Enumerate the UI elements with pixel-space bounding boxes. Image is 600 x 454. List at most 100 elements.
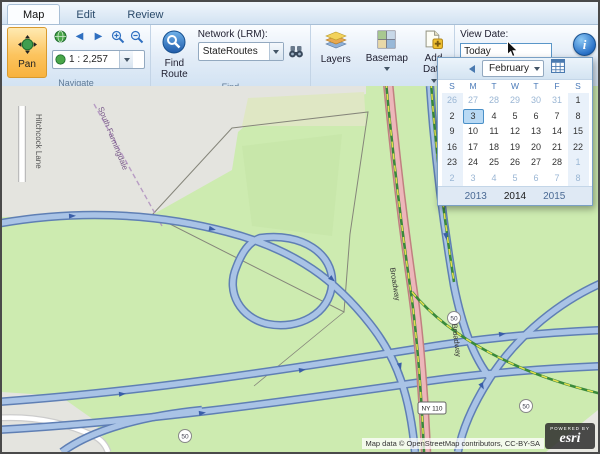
search-network-button[interactable]	[288, 43, 305, 60]
app-window: Map Edit Review Pan ◀	[0, 0, 600, 454]
calendar-day[interactable]: 20	[526, 140, 547, 156]
calendar-day[interactable]: 4	[484, 171, 505, 187]
calendar-day[interactable]: 2	[442, 171, 463, 187]
network-combobox[interactable]: StateRoutes	[198, 42, 284, 61]
shield-ny110: NY 110	[421, 406, 442, 413]
forward-arrow-icon: ▶	[95, 32, 103, 42]
network-dropdown-button[interactable]	[269, 43, 283, 60]
zoom-out-icon	[130, 30, 144, 44]
calendar-day[interactable]: 24	[463, 155, 484, 171]
calendar-day[interactable]: 5	[505, 171, 526, 187]
year-previous[interactable]: 2013	[465, 191, 487, 202]
calendar-day[interactable]: 29	[505, 93, 526, 109]
calendar-day[interactable]: 9	[442, 124, 463, 140]
calendar-day[interactable]: 21	[547, 140, 568, 156]
calendar-day[interactable]: 2	[442, 109, 463, 125]
find-route-icon	[162, 30, 186, 58]
calendar-years: 2013 2014 2015	[438, 186, 592, 205]
calendar-day[interactable]: 12	[505, 124, 526, 140]
calendar-weekday: T	[484, 80, 505, 93]
map-attribution: Map data © OpenStreetMap contributors, C…	[362, 438, 545, 449]
network-value: StateRoutes	[199, 46, 269, 57]
month-dropdown[interactable]: February	[482, 60, 544, 77]
zoom-in-icon	[111, 30, 125, 44]
calendar-weekday: F	[547, 80, 568, 93]
ribbon-tab-bar: Map Edit Review	[2, 2, 598, 25]
tab-review[interactable]: Review	[111, 4, 179, 24]
calendar-day[interactable]: 7	[547, 171, 568, 187]
calendar-day[interactable]: 16	[442, 140, 463, 156]
calendar-day[interactable]: 1	[568, 93, 589, 109]
calendar-day[interactable]: 13	[526, 124, 547, 140]
scale-dropdown-button[interactable]	[119, 51, 133, 68]
tab-map[interactable]: Map	[7, 4, 60, 24]
basemap-button[interactable]: Basemap	[361, 27, 413, 75]
calendar-day[interactable]: 8	[568, 109, 589, 125]
calendar-day[interactable]: 28	[547, 155, 568, 171]
calendar-day[interactable]: 19	[505, 140, 526, 156]
calendar-day[interactable]: 18	[484, 140, 505, 156]
shield-circle-2: 50	[450, 316, 458, 323]
calendar-day[interactable]: 3	[463, 171, 484, 187]
calendar-day-selected[interactable]: 3	[463, 109, 484, 125]
calendar-weekdays: SMTWTFS	[438, 80, 592, 93]
year-current[interactable]: 2014	[504, 191, 526, 202]
calendar-header: February	[438, 58, 592, 80]
calendar-day[interactable]: 6	[526, 171, 547, 187]
calendar-day[interactable]: 1	[568, 155, 589, 171]
calendar-day[interactable]: 8	[568, 171, 589, 187]
calendar-day[interactable]: 28	[484, 93, 505, 109]
calendar-day[interactable]: 4	[484, 109, 505, 125]
calendar-weekday: W	[505, 80, 526, 93]
back-arrow-icon: ◀	[76, 32, 84, 42]
full-extent-button[interactable]	[52, 28, 69, 45]
pan-label: Pan	[18, 59, 36, 70]
scale-combobox[interactable]	[52, 50, 145, 69]
calendar-day[interactable]: 26	[442, 93, 463, 109]
calendar-weekday: M	[463, 80, 484, 93]
calendar-day[interactable]: 6	[526, 109, 547, 125]
info-button[interactable]: i	[573, 33, 596, 56]
calendar-day[interactable]: 11	[484, 124, 505, 140]
calendar-day[interactable]: 5	[505, 109, 526, 125]
next-extent-button[interactable]: ▶	[90, 28, 107, 45]
calendar-day[interactable]: 7	[547, 109, 568, 125]
month-grid-button[interactable]	[551, 59, 565, 78]
layers-button[interactable]: Layers	[316, 27, 356, 66]
road-label-hitchcock-lane: Hitchcock Lane	[34, 114, 43, 169]
calendar-day[interactable]: 14	[547, 124, 568, 140]
pan-icon	[18, 35, 37, 57]
chevron-down-icon	[534, 67, 540, 74]
previous-month-icon[interactable]	[465, 65, 475, 73]
calendar-day[interactable]: 27	[526, 155, 547, 171]
calendar-day[interactable]: 27	[463, 93, 484, 109]
calendar-day[interactable]: 15	[568, 124, 589, 140]
shield-circle-1: 50	[181, 434, 189, 441]
calendar-day[interactable]: 23	[442, 155, 463, 171]
pan-button[interactable]: Pan	[7, 27, 47, 78]
calendar-day[interactable]: 30	[526, 93, 547, 109]
zoom-out-button[interactable]	[128, 28, 145, 45]
year-next[interactable]: 2015	[543, 191, 565, 202]
calendar-day[interactable]: 10	[463, 124, 484, 140]
calendar-day[interactable]: 31	[547, 93, 568, 109]
info-icon: i	[583, 37, 587, 53]
layers-label: Layers	[321, 54, 351, 66]
find-route-label-1: Find	[165, 58, 184, 70]
calendar-day[interactable]: 26	[505, 155, 526, 171]
layers-icon	[325, 30, 347, 54]
view-date-label: View Date:	[460, 29, 552, 40]
previous-extent-button[interactable]: ◀	[71, 28, 88, 45]
find-route-button[interactable]: Find Route	[156, 27, 193, 82]
tab-edit[interactable]: Edit	[60, 4, 111, 24]
calendar-day[interactable]: 22	[568, 140, 589, 156]
calendar-day[interactable]: 17	[463, 140, 484, 156]
chevron-down-icon	[431, 79, 437, 86]
add-data-icon	[424, 30, 443, 53]
calendar-popup: February SMTWTFS 26272829303112345678910…	[437, 57, 593, 206]
find-route-label-2: Route	[161, 69, 188, 81]
scale-input[interactable]	[67, 54, 119, 65]
calendar-day[interactable]: 25	[484, 155, 505, 171]
zoom-in-button[interactable]	[109, 28, 126, 45]
scale-globe-icon	[53, 53, 67, 67]
